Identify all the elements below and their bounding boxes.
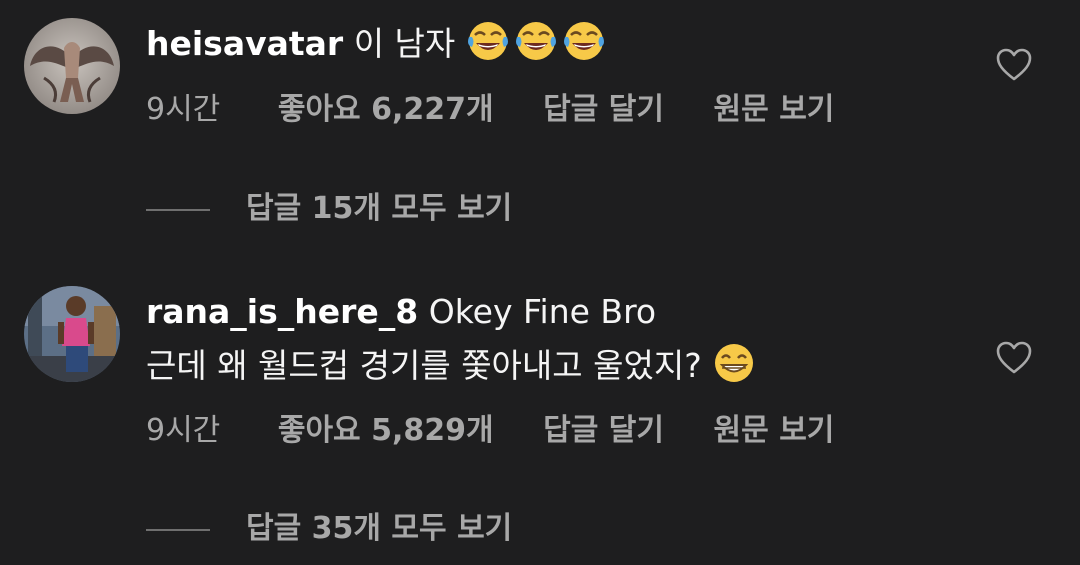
replies-divider	[146, 208, 210, 211]
avatar[interactable]	[24, 286, 120, 382]
comment-body: 이 남자	[353, 24, 456, 63]
comment-body-line1: Okey Fine Bro	[428, 292, 657, 331]
comment-meta: 9시간 좋아요 5,829개 답글 달기 원문 보기	[146, 411, 834, 451]
face-with-tears-of-joy-icon	[563, 22, 604, 60]
face-with-tears-of-joy-icon	[467, 22, 508, 60]
comment-body-line2: 근데 왜 월드컵 경기를 쫓아내고 울었지?	[146, 346, 702, 385]
comment-time: 9시간	[146, 413, 221, 448]
view-replies-label: 답글 15개 모두 보기	[246, 191, 513, 226]
view-replies-button[interactable]: 답글 15개 모두 보기	[146, 189, 512, 229]
likes-count[interactable]: 좋아요 5,829개	[278, 411, 494, 451]
like-heart-icon[interactable]	[996, 48, 1032, 82]
view-replies-button[interactable]: 답글 35개 모두 보기	[146, 509, 512, 549]
avatar[interactable]	[24, 18, 120, 114]
comment-meta: 9시간 좋아요 6,227개 답글 달기 원문 보기	[146, 90, 834, 130]
comment-time: 9시간	[146, 92, 221, 127]
replies-divider	[146, 528, 210, 531]
comment-username[interactable]: heisavatar	[146, 24, 343, 63]
like-heart-icon[interactable]	[996, 341, 1032, 375]
view-original-button[interactable]: 원문 보기	[714, 90, 835, 130]
face-with-tears-of-joy-icon	[515, 22, 556, 60]
view-original-button[interactable]: 원문 보기	[714, 411, 835, 451]
likes-count[interactable]: 좋아요 6,227개	[278, 90, 494, 130]
comment-username[interactable]: rana_is_here_8	[146, 292, 418, 331]
view-replies-label: 답글 35개 모두 보기	[246, 511, 513, 546]
reply-button[interactable]: 답글 달기	[543, 411, 664, 451]
comment-text: heisavatar 이 남자	[146, 19, 986, 69]
comment-text: rana_is_here_8 Okey Fine Bro 근데 왜 월드컵 경기…	[146, 287, 986, 391]
grinning-face-with-smiling-eyes-icon	[715, 344, 754, 382]
reply-button[interactable]: 답글 달기	[543, 90, 664, 130]
